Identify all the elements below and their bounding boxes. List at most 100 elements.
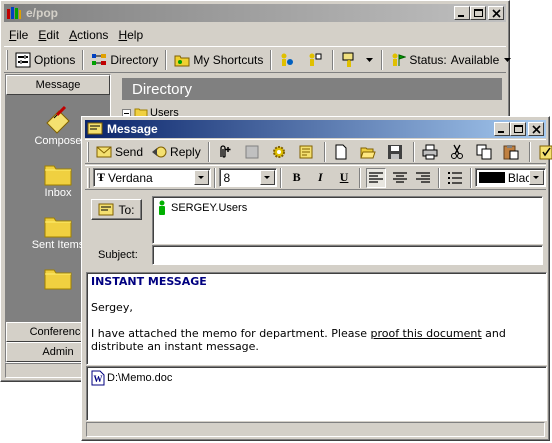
open-folder-icon (360, 147, 376, 158)
gear-icon (272, 145, 285, 158)
scissors-icon (450, 144, 463, 159)
blank-button[interactable] (240, 141, 267, 163)
folder-icon (44, 269, 72, 290)
new-button[interactable] (329, 141, 356, 163)
message-user-icon (342, 52, 354, 67)
message-window: Message Send Reply Ŧ Verdana 8 B I U Bla… (81, 116, 552, 441)
status-label: Status: (409, 52, 447, 67)
message-body[interactable]: INSTANT MESSAGE Sergey, I have attached … (86, 272, 547, 365)
open-button[interactable] (356, 141, 383, 163)
users-search-icon (281, 53, 294, 66)
options-icon (15, 52, 31, 67)
status-value: Available (450, 52, 500, 67)
note-button[interactable] (294, 141, 321, 163)
compose-icon (46, 105, 70, 134)
align-right-button[interactable] (413, 168, 433, 188)
bold-button[interactable]: B (287, 168, 307, 188)
status-icon (392, 53, 407, 66)
align-left-button[interactable] (365, 167, 386, 188)
note-icon (299, 145, 313, 158)
check-button[interactable] (534, 141, 552, 163)
directory-button[interactable]: Directory (87, 49, 162, 71)
square-icon (245, 145, 259, 158)
to-field[interactable]: SERGEY.Users (152, 196, 543, 244)
options-button[interactable]: Options (11, 49, 79, 71)
body-paragraph: I have attached the memo for department.… (91, 327, 542, 353)
menu-file[interactable]: File (4, 28, 33, 42)
close-button[interactable] (488, 6, 504, 20)
message-dropdown-button[interactable] (337, 49, 378, 71)
menu-edit[interactable]: Edit (33, 28, 64, 42)
minimize-button[interactable] (494, 122, 510, 136)
recipient-chip[interactable]: SERGEY.Users (153, 197, 542, 219)
paste-button[interactable] (499, 141, 526, 163)
font-select-value: Verdana (108, 170, 153, 185)
message-statusbar (86, 422, 545, 437)
epop-titlebar[interactable]: e/pop (4, 4, 506, 22)
save-icon (387, 144, 402, 159)
color-select[interactable]: Black (474, 168, 547, 187)
user-add-icon (309, 53, 322, 66)
nav-item-compose-label: Compose (34, 135, 82, 147)
directory-label: Directory (110, 52, 159, 67)
body-heading: INSTANT MESSAGE (91, 275, 207, 288)
word-document-icon: W (91, 370, 105, 386)
message-icon (87, 122, 103, 135)
chevron-down-icon (529, 170, 545, 185)
bullets-button[interactable] (445, 168, 465, 188)
directory-icon (92, 53, 107, 65)
to-button[interactable]: To: (91, 199, 142, 220)
send-icon (96, 146, 112, 157)
align-center-icon (392, 171, 407, 183)
attach-button[interactable] (213, 141, 240, 163)
add-user-button[interactable] (302, 49, 329, 71)
align-center-button[interactable] (390, 168, 410, 188)
user-online-icon (159, 200, 165, 215)
maximize-button[interactable] (510, 122, 526, 136)
my-shortcuts-button[interactable]: My Shortcuts (170, 49, 267, 71)
epop-toolbar: Options Directory My Shortcuts Status: A… (4, 46, 512, 73)
font-select[interactable]: Ŧ Verdana (92, 168, 212, 187)
printer-icon (422, 144, 438, 159)
attachment-item[interactable]: W D:\Memo.doc (91, 370, 542, 386)
size-select[interactable]: 8 (219, 168, 277, 187)
chevron-down-icon (504, 57, 512, 62)
subject-input[interactable] (152, 245, 543, 265)
attachments-pane: W D:\Memo.doc (86, 366, 547, 421)
to-label: To: (118, 202, 135, 217)
save-button[interactable] (383, 141, 410, 163)
minimize-button[interactable] (454, 6, 470, 20)
find-user-button[interactable] (275, 49, 302, 71)
print-button[interactable] (418, 141, 445, 163)
copy-icon (476, 144, 492, 159)
send-button[interactable]: Send (92, 141, 147, 163)
address-book-icon (98, 203, 114, 215)
options-label: Options (34, 52, 76, 67)
menu-actions[interactable]: Actions (64, 28, 113, 42)
copy-button[interactable] (472, 141, 499, 163)
font-type-icon: Ŧ (96, 170, 105, 184)
shortcuts-icon (174, 55, 190, 66)
menu-help[interactable]: Help (113, 28, 148, 42)
underline-button[interactable]: U (334, 168, 354, 188)
settings-button[interactable] (267, 141, 294, 163)
reply-button[interactable]: Reply (147, 141, 205, 163)
reply-icon (152, 146, 167, 157)
nav-item-sent-label: Sent Items (31, 239, 85, 251)
message-titlebar[interactable]: Message (85, 120, 546, 138)
cut-button[interactable] (445, 141, 472, 163)
italic-button[interactable]: I (310, 168, 330, 188)
chevron-down-icon (366, 57, 374, 62)
proof-link[interactable]: proof this document (370, 327, 481, 340)
nav-header-message[interactable]: Message (6, 75, 110, 95)
message-toolbar: Send Reply (85, 139, 552, 164)
chevron-down-icon (194, 170, 210, 185)
epop-title: e/pop (26, 6, 58, 20)
size-select-value: 8 (223, 170, 231, 185)
send-label: Send (115, 144, 144, 159)
maximize-button[interactable] (470, 6, 486, 20)
status-dropdown[interactable]: Status: Available (386, 49, 516, 71)
close-button[interactable] (528, 122, 544, 136)
paperclip-icon (220, 144, 231, 158)
chevron-down-icon (259, 170, 275, 185)
